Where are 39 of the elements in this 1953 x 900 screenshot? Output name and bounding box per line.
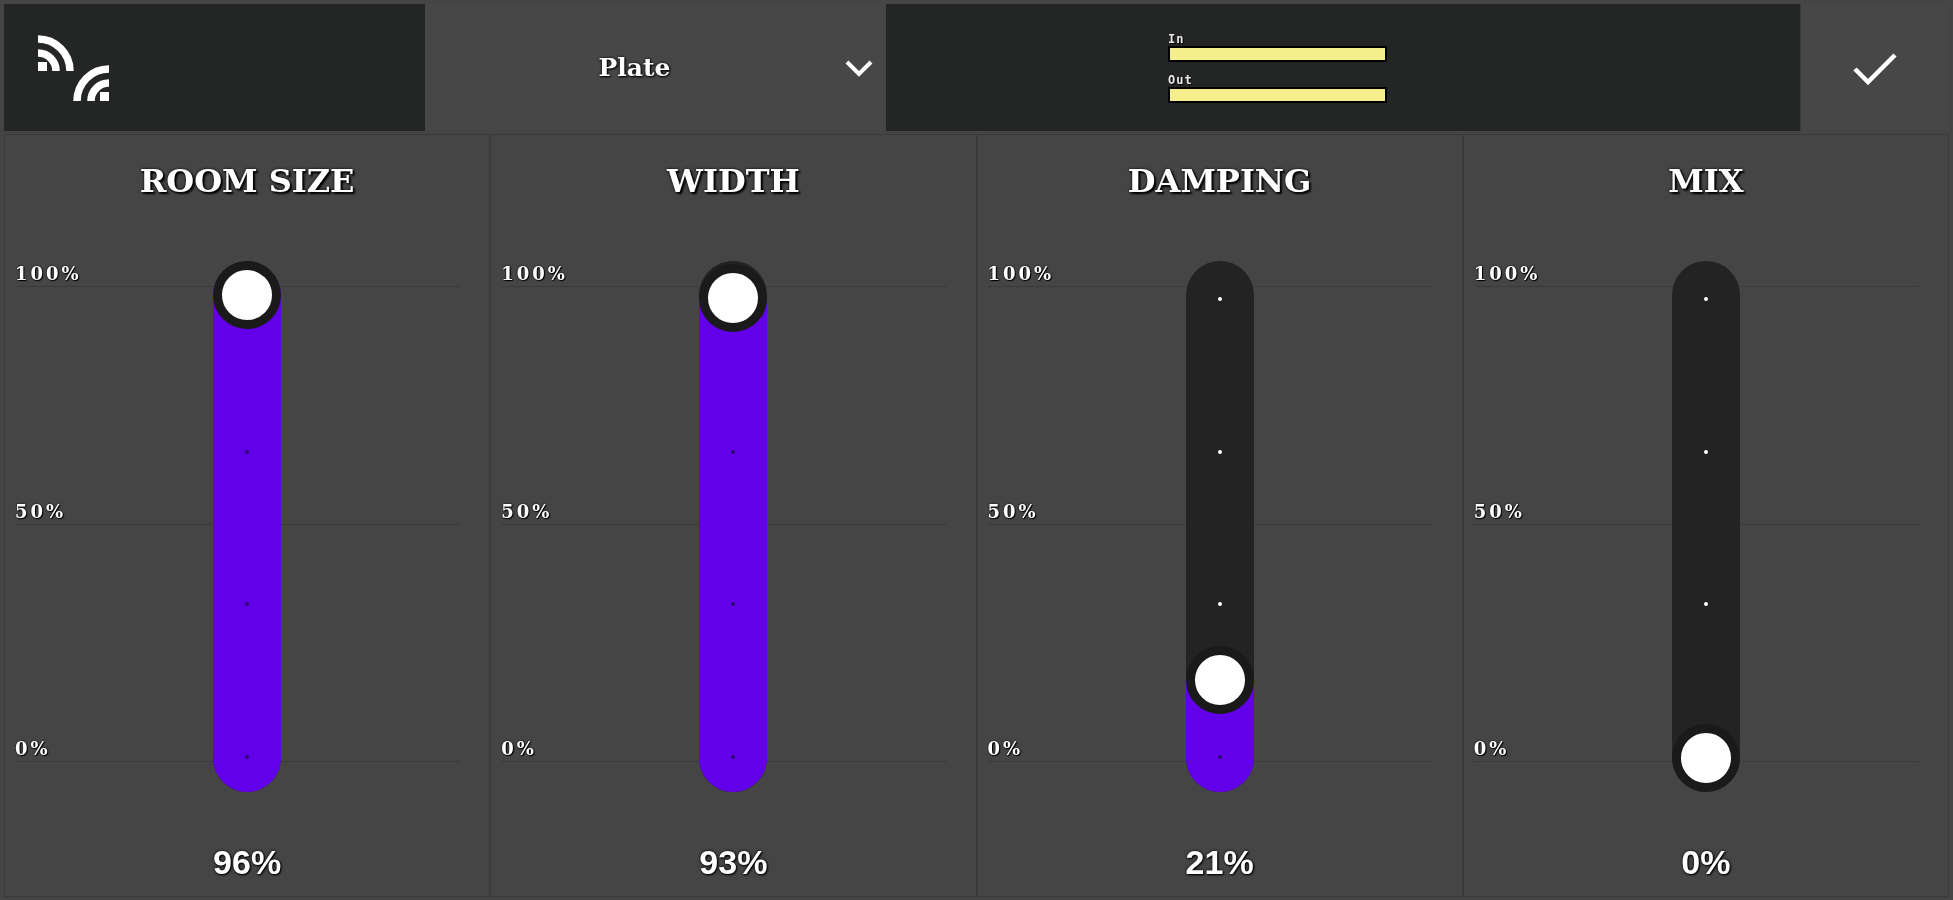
step-dot-icon [245,449,250,454]
step-dot-icon [245,755,250,759]
slider-title: DAMPING [1127,161,1312,201]
step-dot-icon [1703,297,1708,301]
axis-label: 100% [501,263,568,284]
step-dot-icon [1703,602,1708,607]
step-dot-icon [1217,602,1222,607]
axis-label: 0% [1473,738,1510,759]
axis-label: 100% [1473,263,1541,284]
axis-label: 0% [501,738,537,759]
step-dot-icon [1217,755,1222,759]
meter-label: In [1168,32,1185,46]
axis-label: 0% [15,738,51,759]
axis-label: 0% [987,738,1024,759]
step-dot-icon [1703,449,1708,454]
step-dot-icon [1217,449,1222,454]
step-dot-icon [731,755,736,759]
slider-title: ROOM SIZE [139,161,355,201]
axis-label: 100% [15,263,82,284]
axis-label: 100% [987,263,1055,284]
axis-label: 50% [15,500,67,522]
reverb-waves-icon [38,34,109,101]
value-reading: 0% [1681,842,1731,882]
check-icon [1852,50,1898,85]
value-reading: 21% [1185,842,1254,882]
step-dot-icon [1217,297,1222,301]
step-dot-icon [731,602,736,607]
axis-label: 50% [501,500,553,522]
step-dot-icon [245,602,250,607]
slider-title: WIDTH [667,161,800,201]
axis-label: 50% [987,500,1039,522]
value-reading: 96% [213,842,282,882]
value-reading: 93% [699,842,768,882]
slider-thumb[interactable] [699,264,768,333]
step-dot-icon [731,449,736,454]
axis-label: 50% [1473,500,1525,522]
slider-title: MIX [1668,161,1744,201]
meter-label: Out [1168,73,1193,87]
chevron-down-icon [844,58,874,77]
